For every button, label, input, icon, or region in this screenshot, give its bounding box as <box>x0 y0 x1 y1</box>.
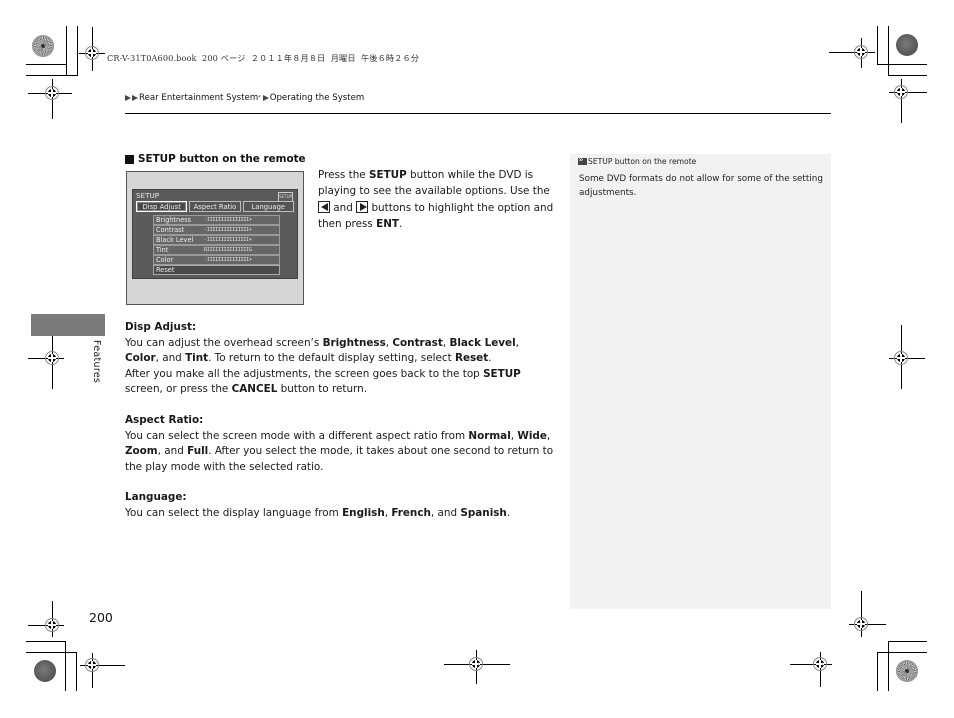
language-heading: Language: <box>125 491 187 503</box>
left-arrow-button-icon <box>318 200 330 213</box>
note-title-text: SETUP button on the remote <box>588 157 697 166</box>
bold-setup: SETUP <box>369 169 407 181</box>
row-label: Reset <box>156 266 175 275</box>
bold-ent: ENT <box>376 218 399 231</box>
text: Press the <box>318 169 370 181</box>
text-run: , and <box>155 352 186 365</box>
right-arrow-button-icon <box>356 200 369 213</box>
breadcrumb-item-rear-entertainment[interactable]: Rear Entertainment System <box>139 93 258 103</box>
screen-title: SETUP <box>136 191 160 200</box>
color-registration-disc <box>34 660 56 682</box>
row-label: Color <box>156 256 174 265</box>
text-run: . To return to the default display setti… <box>208 352 455 365</box>
row-label: Brightness <box>156 215 192 224</box>
bold-term: Normal <box>468 429 511 442</box>
setup-screen: SETUP SETUP Disp Adjust Aspect Ratio Lan… <box>132 189 298 279</box>
section-heading-text: SETUP button on the remote <box>138 153 306 165</box>
language-section: Language: You can select the display lan… <box>125 490 555 521</box>
screen-row-color: Color -IIIIIIIIIIIIIII+ <box>153 255 280 265</box>
level-bar: -IIIIIIIIIIIIIII+ <box>204 257 252 264</box>
text-run: , and <box>430 506 461 519</box>
breadcrumb-arrow-icon <box>262 95 269 101</box>
screen-row-contrast: Contrast -IIIIIIIIIIIIIII+ <box>153 225 280 235</box>
side-note-panel: SETUP button on the remote Some DVD form… <box>570 154 831 609</box>
screen-tab-language: Language <box>242 201 294 212</box>
breadcrumb-asterisk: * <box>258 95 261 101</box>
text-run: . <box>488 352 492 365</box>
note-title: SETUP button on the remote <box>578 155 697 166</box>
chapter-tab-label: Features <box>91 340 102 384</box>
reference-arrow-icon <box>578 155 587 165</box>
page-number: 200 <box>89 610 113 625</box>
level-bar: -IIIIIIIIIIIIIII+ <box>204 216 252 223</box>
text-run: You can adjust the overhead screen’s <box>125 336 323 349</box>
text-run: . <box>506 506 511 519</box>
intro-paragraph: Press the SETUP button while the DVD is … <box>318 167 558 233</box>
row-label: Contrast <box>156 225 185 234</box>
bold-term: SETUP <box>483 367 521 380</box>
bold-term: Reset <box>454 352 489 365</box>
bold-term: Zoom <box>125 445 158 458</box>
disp-adjust-paragraph-2: After you make all the adjustments, the … <box>125 367 555 398</box>
breadcrumb-arrow-icon <box>125 95 131 101</box>
text-run: , <box>515 336 519 349</box>
setup-screen-illustration: SETUP SETUP Disp Adjust Aspect Ratio Lan… <box>126 171 304 305</box>
row-label: Black Level <box>156 235 194 244</box>
row-label: Tint <box>156 246 169 255</box>
bold-term: Full <box>187 445 209 458</box>
chapter-tab-marker <box>31 314 105 336</box>
screen-tab-disp-adjust: Disp Adjust <box>136 201 188 212</box>
bold-term: Tint <box>185 352 209 365</box>
language-paragraph: You can select the display language from… <box>125 506 555 522</box>
level-bar: -IIIIIIIIIIIIIII+ <box>204 236 252 243</box>
screen-row-tint: Tint RIIIIIIIIIIIIIIIG <box>153 245 280 255</box>
screen-tabs: Disp Adjust Aspect Ratio Language <box>136 201 294 212</box>
level-bar: RIIIIIIIIIIIIIIIG <box>204 247 252 254</box>
bold-term: Contrast <box>392 336 443 349</box>
disp-adjust-section: Disp Adjust: You can adjust the overhead… <box>125 320 555 398</box>
aspect-ratio-section: Aspect Ratio: You can select the screen … <box>125 413 555 475</box>
text-run: screen, or press the <box>125 383 232 396</box>
text-run: , and <box>157 445 188 458</box>
bold-term: Brightness <box>322 336 386 349</box>
text-run: , <box>546 429 551 442</box>
aspect-ratio-paragraph: You can select the screen mode with a di… <box>125 429 555 476</box>
screen-settings-list: Brightness -IIIIIIIIIIIIIII+ Contrast -I… <box>153 215 280 276</box>
disp-adjust-heading: Disp Adjust: <box>125 321 197 333</box>
breadcrumb-item-operating[interactable]: Operating the System <box>270 93 365 103</box>
breadcrumb-arrow-icon <box>132 95 138 101</box>
text-run: You can select the display language from <box>125 506 343 519</box>
bold-term: CANCEL <box>231 383 278 396</box>
print-file-info: CR-V-31T0A600.book 200 ページ ２０１１年８月８日 月曜日… <box>107 53 420 63</box>
bold-term: Black Level <box>449 336 516 349</box>
header-divider <box>125 113 831 115</box>
square-bullet-icon <box>125 154 134 164</box>
screen-tab-aspect-ratio: Aspect Ratio <box>189 201 241 212</box>
screen-row-brightness: Brightness -IIIIIIIIIIIIIII+ <box>153 215 280 225</box>
screen-row-reset: Reset <box>153 265 280 275</box>
text-run: After you make all the adjustments, the … <box>125 367 484 380</box>
screen-row-black-level: Black Level -IIIIIIIIIIIIIII+ <box>153 235 280 245</box>
disp-adjust-paragraph-1: You can adjust the overhead screen’s Bri… <box>125 336 555 367</box>
bold-term: Spanish <box>460 506 507 519</box>
color-registration-disc <box>896 34 918 56</box>
bold-term: Color <box>125 352 156 365</box>
text-run: button to return. <box>277 383 368 396</box>
color-registration-disc <box>32 35 54 57</box>
text: . <box>399 218 403 231</box>
bold-term: Wide <box>517 429 547 442</box>
breadcrumb: Rear Entertainment System * Operating th… <box>125 93 364 103</box>
aspect-ratio-heading: Aspect Ratio: <box>125 414 204 426</box>
bold-term: English <box>342 506 385 519</box>
color-registration-disc <box>896 660 918 682</box>
text: and <box>330 201 357 214</box>
text-run: You can select the screen mode with a di… <box>125 429 469 442</box>
bold-term: French <box>391 506 431 519</box>
note-text: Some DVD formats do not allow for some o… <box>579 174 823 198</box>
level-bar: -IIIIIIIIIIIIIII+ <box>204 226 252 233</box>
section-heading: SETUP button on the remote <box>125 153 306 165</box>
